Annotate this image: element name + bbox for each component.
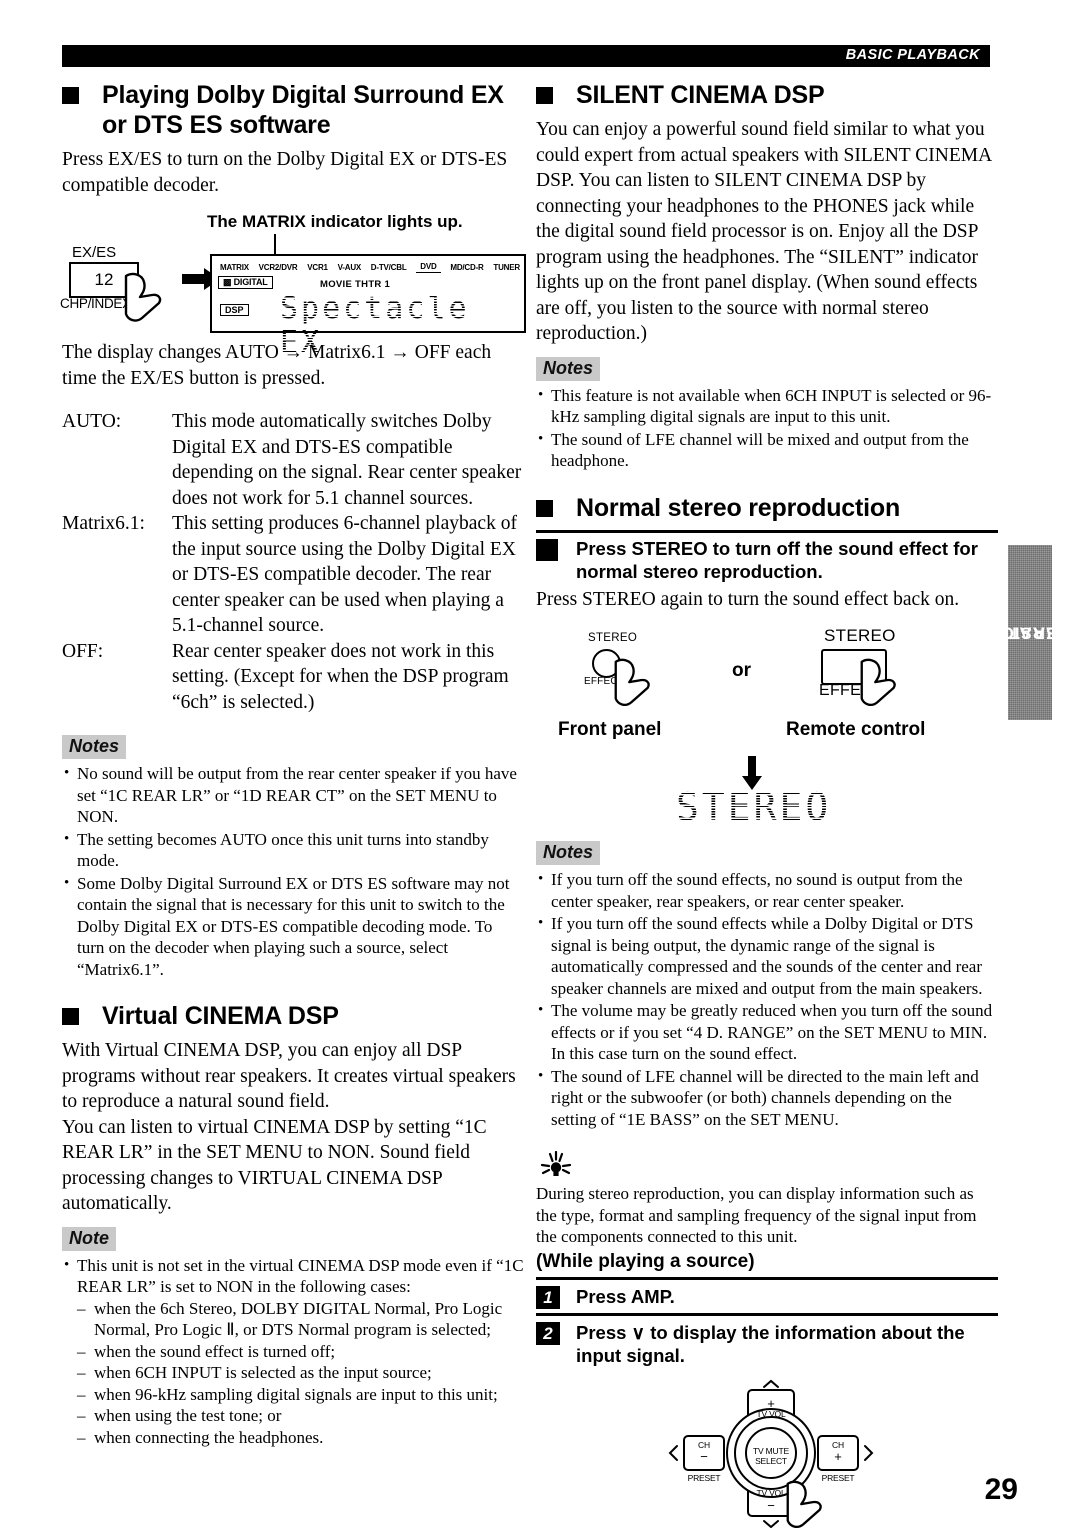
tv-vol-up-label: TV VOL <box>756 1408 786 1419</box>
definition-term-auto: AUTO: <box>62 411 122 432</box>
definition-row-auto: AUTO: This mode automatically switches D… <box>62 409 524 511</box>
definition-desc-off: Rear center speaker does not work in thi… <box>172 640 509 713</box>
note-item: The sound of LFE channel will be mixed a… <box>536 429 998 472</box>
definition-row-off: OFF: Rear center speaker does not work i… <box>62 639 524 716</box>
indicator-vcr2-dvr: VCR2/DVR <box>258 263 298 272</box>
notes-tag-left: Notes <box>62 735 127 759</box>
exes-button-top-label: EX/ES <box>72 244 117 261</box>
indicator-tuner: TUNER <box>493 263 520 272</box>
indicator-v-aux: V-AUX <box>337 263 362 272</box>
indicator-dvd: DVD <box>416 262 441 273</box>
figure-remote-cursor-pad: + TV VOL TV VOL − CH − CH + PRESET PRESE… <box>536 1378 998 1528</box>
hand-pointer-icon <box>614 658 650 706</box>
hand-pointer-icon <box>860 658 896 706</box>
select-label: SELECT <box>755 1455 787 1466</box>
callout-leader-line <box>274 234 276 256</box>
right-column: SILENT CINEMA DSP You can enjoy a powerf… <box>536 80 998 1528</box>
note-item: If you turn off the sound effects, no so… <box>536 869 998 912</box>
figure-stereo-buttons: or STEREO EFFECT Front panel STEREO EFFE… <box>536 616 998 841</box>
step-number: 1 <box>536 1285 560 1309</box>
front-panel-stereo-label: STEREO <box>588 632 638 644</box>
hand-pointer-icon <box>124 272 162 322</box>
mode-definition-list: AUTO: This mode automatically switches D… <box>62 409 524 715</box>
notes-list-right-2: If you turn off the sound effects, no so… <box>536 869 998 1130</box>
left-column: Playing Dolby Digital Surround EX or DTS… <box>60 80 526 1449</box>
note-item: The volume may be greatly reduced when y… <box>536 1000 998 1065</box>
remote-control-caption: Remote control <box>786 719 926 740</box>
note-case-item: when 96-kHz sampling digital signals are… <box>77 1384 524 1406</box>
virtual-paragraph-1: With Virtual CINEMA DSP, you can enjoy a… <box>62 1040 516 1112</box>
dsp-indicator: DSP <box>220 304 249 316</box>
note-case-item: when using the test tone; or <box>77 1405 524 1427</box>
indicator-dtv-cbl: D-TV/CBL <box>370 263 407 272</box>
notes-list-right-1: This feature is not available when 6CH I… <box>536 385 998 472</box>
page-number: 29 <box>984 1473 1018 1506</box>
figure-callout-text: The MATRIX indicator lights up. <box>207 212 463 231</box>
heading-normal-stereo-reproduction: Normal stereo reproduction <box>536 493 998 523</box>
definition-term-matrix61: Matrix6.1: <box>62 513 145 534</box>
silent-cinema-body: You can enjoy a powerful sound field sim… <box>536 119 992 344</box>
definition-desc-auto: This mode automatically switches Dolby D… <box>172 411 522 509</box>
remote-stereo-label: STEREO <box>824 626 896 645</box>
indicator-vcr1: VCR1 <box>307 263 328 272</box>
note-item: The sound of LFE channel will be directe… <box>536 1066 998 1131</box>
while-playing-label: (While playing a source) <box>536 1250 755 1272</box>
header-section-label: BASIC PLAYBACK <box>845 47 980 63</box>
note-item: This unit is not set in the virtual CINE… <box>62 1255 524 1449</box>
manual-page: BASIC PLAYBACK BASIC OPERATION Playing Do… <box>0 0 1080 1535</box>
ch-up-sign: + <box>834 1448 842 1464</box>
note-tag-left-2: Note <box>62 1226 116 1251</box>
step-text: Press AMP. <box>576 1285 675 1307</box>
header-bar: BASIC PLAYBACK <box>62 45 990 67</box>
notes-tag-right-2: Notes <box>536 841 601 865</box>
step-text: Press ∨ to display the information about… <box>576 1321 965 1366</box>
ch-down-sign: − <box>700 1448 708 1464</box>
hand-pointer-icon <box>786 1480 822 1528</box>
display-main-text: Spectacle EX <box>280 292 524 360</box>
subheading-body: Press STEREO again to turn the sound eff… <box>536 588 960 610</box>
subheading-press-stereo: Press STEREO to turn off the sound effec… <box>536 529 998 587</box>
heading-virtual-cinema-dsp: Virtual CINEMA DSP <box>62 1001 524 1031</box>
note-case-item: when the 6ch Stereo, DOLBY DIGITAL Norma… <box>77 1298 524 1341</box>
indicator-matrix: MATRIX <box>220 263 249 272</box>
dolby-digital-indicator: ▩ DIGITAL <box>218 276 273 289</box>
notes-list-left: No sound will be output from the rear ce… <box>62 763 524 980</box>
preset-left-label: PRESET <box>687 1472 721 1483</box>
note-case-list: when the 6ch Stereo, DOLBY DIGITAL Norma… <box>77 1298 524 1449</box>
display-stereo-text: STEREO <box>676 785 832 829</box>
side-tab-basic-operation: BASIC OPERATION <box>976 545 1080 720</box>
tip-body: During stereo reproduction, you can disp… <box>536 1184 977 1246</box>
dsp-program-indicator: MOVIE THTR 1 <box>320 279 391 290</box>
definition-row-matrix61: Matrix6.1: This setting produces 6-chann… <box>62 511 524 639</box>
tv-mute-label: TV MUTE <box>753 1445 789 1456</box>
step-2: 2 Press ∨ to display the information abo… <box>536 1312 998 1372</box>
heading-silent-cinema-dsp: SILENT CINEMA DSP <box>536 80 998 110</box>
front-panel-caption: Front panel <box>558 719 662 740</box>
note-item-text: This unit is not set in the virtual CINE… <box>77 1255 524 1297</box>
step-1: 1 Press AMP. <box>536 1276 998 1313</box>
notes-tag-right-1: Notes <box>536 356 601 381</box>
figure-exes-display: The MATRIX indicator lights up. EX/ES 12… <box>60 212 526 360</box>
definition-desc-matrix61: This setting produces 6-channel playback… <box>172 513 517 636</box>
front-panel-display: MATRIX VCR2/DVR VCR1 V-AUX D-TV/CBL DVD … <box>210 254 526 360</box>
indicator-md-cdr: MD/CD-R <box>450 263 484 272</box>
or-label: or <box>732 660 751 681</box>
note-case-item: when the sound effect is turned off; <box>77 1341 524 1363</box>
note-case-item: when 6CH INPUT is selected as the input … <box>77 1362 524 1384</box>
note-item: The setting becomes AUTO once this unit … <box>62 829 524 872</box>
intro-paragraph: Press EX/ES to turn on the Dolby Digital… <box>62 149 508 196</box>
tip-lightbulb-icon <box>536 1151 576 1181</box>
note-item: If you turn off the sound effects while … <box>536 913 998 999</box>
note-item: Some Dolby Digital Surround EX or DTS ES… <box>62 873 524 981</box>
note-list-virtual: This unit is not set in the virtual CINE… <box>62 1255 524 1449</box>
note-item: This feature is not available when 6CH I… <box>536 385 998 428</box>
note-case-item: when connecting the headphones. <box>77 1427 524 1449</box>
step-number: 2 <box>536 1321 560 1345</box>
definition-term-off: OFF: <box>62 640 104 662</box>
display-indicator-row: MATRIX VCR2/DVR VCR1 V-AUX D-TV/CBL DVD … <box>220 261 520 274</box>
heading-playing-dolby: Playing Dolby Digital Surround EX or DTS… <box>62 80 524 140</box>
virtual-paragraph-2: You can listen to virtual CINEMA DSP by … <box>62 1116 487 1215</box>
note-item: No sound will be output from the rear ce… <box>62 763 524 828</box>
